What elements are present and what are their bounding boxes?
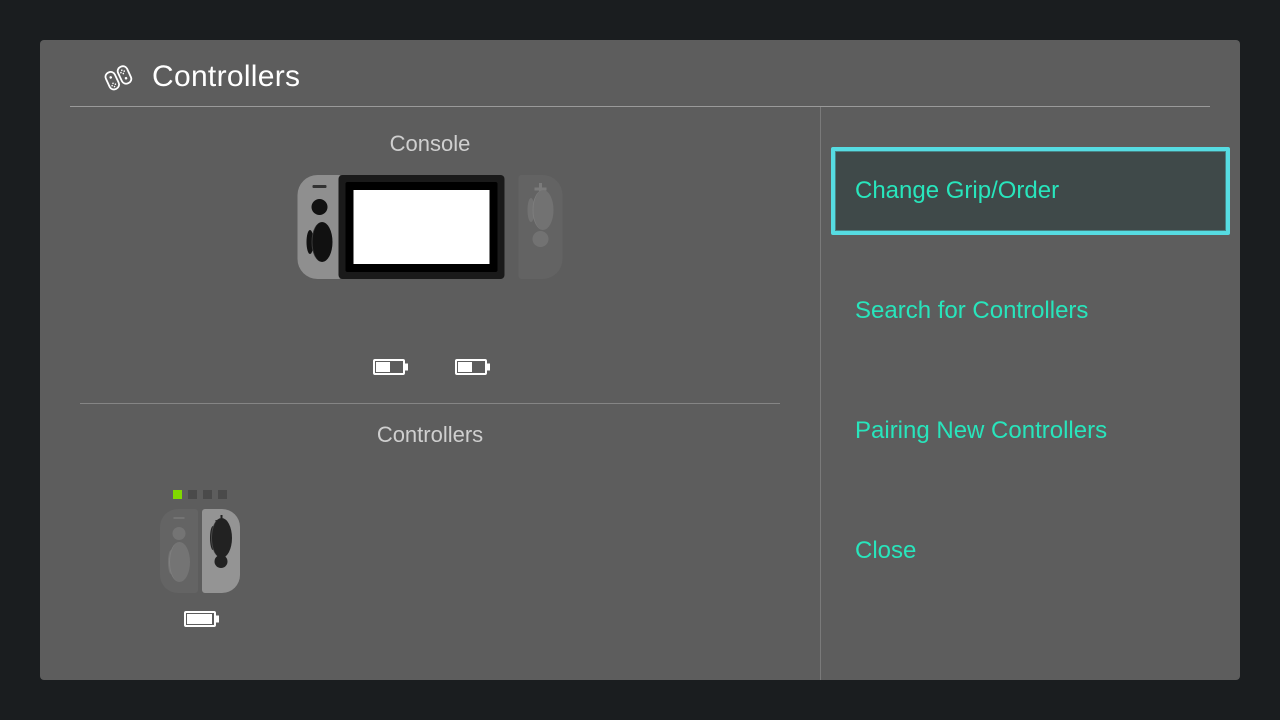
player-1-led-1 (173, 490, 182, 499)
console-diagram (40, 175, 820, 375)
player-1-led-3 (203, 490, 212, 499)
content-area: Console (40, 107, 1240, 680)
controllers-panel: Controllers Console (40, 40, 1240, 680)
panel-header: Controllers (40, 40, 1240, 106)
player-1-battery (140, 611, 260, 627)
joycon-left-attached-icon (298, 175, 342, 279)
player-1-joycon-right-icon (202, 509, 240, 593)
menu-search-for-controllers[interactable]: Search for Controllers (831, 267, 1230, 355)
console-device (298, 175, 563, 279)
console-section-label: Console (40, 131, 820, 157)
menu-change-grip-order[interactable]: Change Grip/Order (831, 147, 1230, 235)
controllers-icon (100, 63, 136, 91)
left-column: Console (40, 107, 820, 680)
menu-column: Change Grip/Order Search for Controllers… (820, 107, 1240, 680)
menu-pairing-new-controllers[interactable]: Pairing New Controllers (831, 387, 1230, 475)
player-1-joycon-pair-icon (140, 509, 260, 593)
player-1-block (140, 490, 260, 627)
player-1-led-4 (218, 490, 227, 499)
player-1-joycon-left-icon (160, 509, 198, 593)
player-1-battery-icon (184, 611, 216, 627)
section-divider (80, 403, 780, 404)
player-1-led-2 (188, 490, 197, 499)
page-title: Controllers (152, 60, 300, 94)
joycon-l-battery-icon (373, 359, 405, 375)
joycon-right-detached-icon (519, 175, 563, 279)
controllers-diagram (40, 466, 820, 651)
player-1-leds (140, 490, 260, 499)
console-battery-icon (455, 359, 487, 375)
console-batteries (373, 359, 487, 375)
menu-close[interactable]: Close (831, 507, 1230, 595)
console-tablet-icon (339, 175, 505, 279)
controllers-section-label: Controllers (40, 422, 820, 448)
